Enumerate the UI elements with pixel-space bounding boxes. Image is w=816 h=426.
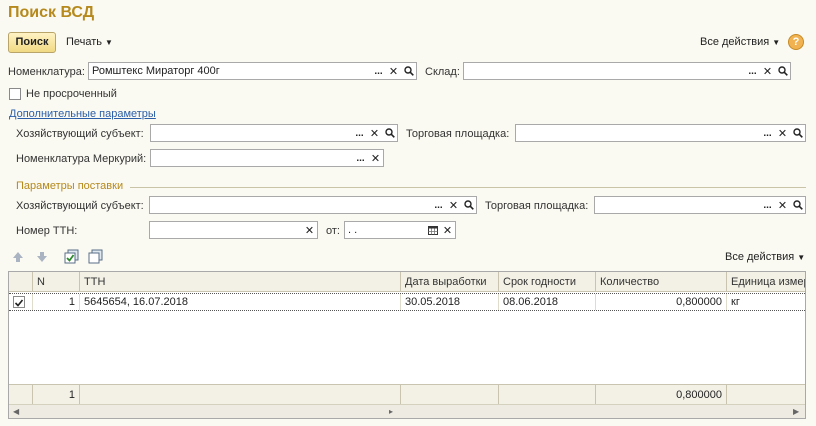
ttn-number-label: Номер ТТН:: [16, 225, 78, 237]
not-expired-checkbox[interactable]: [9, 88, 21, 100]
supply-group-title: Параметры поставки: [16, 180, 124, 192]
clear-icon[interactable]: ✕: [775, 197, 790, 213]
calendar-icon[interactable]: [425, 222, 440, 238]
table-all-actions-label: Все действия: [725, 251, 795, 263]
all-actions-menu[interactable]: Все действия ▼: [700, 36, 780, 48]
clear-icon[interactable]: ✕: [367, 125, 382, 141]
chevron-down-icon: ▼: [105, 38, 113, 47]
business-entity-label: Хозяйствующий субъект:: [16, 128, 144, 140]
print-menu-label: Печать: [66, 36, 103, 48]
column-header-quantity[interactable]: Количество: [596, 272, 727, 292]
row-checkbox-cell[interactable]: [9, 294, 33, 310]
mercury-nomenclature-field[interactable]: ... ✕: [150, 149, 384, 167]
clear-icon[interactable]: ✕: [302, 222, 317, 238]
table-row[interactable]: 1 5645654, 16.07.2018 30.05.2018 08.06.2…: [9, 293, 805, 311]
column-header-unit[interactable]: Единица измер: [727, 272, 805, 292]
date-from-value: . .: [348, 224, 358, 236]
column-header-ttn[interactable]: ТТН: [80, 272, 401, 292]
date-from-label: от:: [326, 225, 340, 237]
footer-count: 1: [33, 385, 80, 405]
check-all-icon[interactable]: [64, 249, 80, 265]
business-entity-field[interactable]: ... ✕: [150, 124, 398, 142]
print-menu[interactable]: Печать ▼: [66, 36, 113, 48]
scroll-thumb-icon[interactable]: ▸: [389, 407, 393, 416]
column-header-check: [9, 272, 33, 292]
table-header: N ТТН Дата выработки Срок годности Колич…: [9, 272, 805, 292]
search-icon[interactable]: [382, 125, 397, 141]
cell-expiry-date: 08.06.2018: [499, 294, 596, 310]
cell-ttn: 5645654, 16.07.2018: [80, 294, 401, 310]
cell-n: 1: [33, 294, 80, 310]
table-footer: 1 0,800000: [9, 384, 805, 405]
search-icon[interactable]: [790, 125, 805, 141]
search-icon[interactable]: [461, 197, 476, 213]
chevron-down-icon: ▼: [772, 38, 781, 47]
mercury-nomenclature-label: Номенклатура Меркурий:: [16, 153, 147, 165]
move-down-icon[interactable]: [34, 249, 50, 265]
help-icon[interactable]: ?: [788, 34, 804, 50]
footer-empty-cell: [499, 385, 596, 405]
supply-trade-site-field[interactable]: ... ✕: [594, 196, 806, 214]
search-icon[interactable]: [775, 63, 790, 79]
checkmark-icon: [14, 299, 24, 307]
nomenclature-value: Ромштекс Мираторг 400г: [92, 65, 220, 77]
select-dots-icon[interactable]: ...: [745, 63, 760, 79]
column-header-production-date[interactable]: Дата выработки: [401, 272, 499, 292]
move-up-icon[interactable]: [10, 249, 26, 265]
date-from-field[interactable]: . . ✕: [344, 221, 456, 239]
cell-unit: кг: [731, 296, 740, 308]
clear-icon[interactable]: ✕: [386, 63, 401, 79]
column-header-n[interactable]: N: [33, 272, 80, 292]
clear-icon[interactable]: ✕: [368, 150, 383, 166]
footer-quantity-total: 0,800000: [596, 385, 727, 405]
results-table: N ТТН Дата выработки Срок годности Колич…: [8, 271, 806, 419]
trade-site-field[interactable]: ... ✕: [515, 124, 806, 142]
select-dots-icon[interactable]: ...: [760, 197, 775, 213]
cell-quantity: 0,800000: [596, 294, 727, 310]
table-all-actions-menu[interactable]: Все действия ▼: [725, 251, 805, 263]
ttn-number-field[interactable]: ✕: [149, 221, 318, 239]
select-dots-icon[interactable]: ...: [431, 197, 446, 213]
all-actions-label: Все действия: [700, 36, 770, 48]
footer-empty-cell: [401, 385, 499, 405]
clear-icon[interactable]: ✕: [440, 222, 455, 238]
clear-icon[interactable]: ✕: [775, 125, 790, 141]
clear-icon[interactable]: ✕: [760, 63, 775, 79]
nomenclature-field[interactable]: Ромштекс Мираторг 400г ... ✕: [88, 62, 417, 80]
select-dots-icon[interactable]: ...: [352, 125, 367, 141]
page-title: Поиск ВСД: [8, 4, 95, 21]
select-dots-icon[interactable]: ...: [760, 125, 775, 141]
search-button[interactable]: Поиск: [8, 32, 56, 53]
not-expired-label: Не просроченный: [26, 88, 117, 100]
horizontal-scrollbar[interactable]: ◀ ▸ ▶: [9, 404, 805, 418]
scroll-left-icon[interactable]: ◀: [13, 407, 19, 416]
supply-trade-site-label: Торговая площадка:: [485, 200, 589, 212]
footer-empty-cell: [9, 385, 33, 405]
trade-site-label: Торговая площадка:: [406, 128, 510, 140]
extra-params-link[interactable]: Дополнительные параметры: [9, 108, 156, 120]
clear-icon[interactable]: ✕: [446, 197, 461, 213]
footer-empty-cell: [727, 385, 805, 405]
supply-business-entity-field[interactable]: ... ✕: [149, 196, 477, 214]
cell-production-date: 30.05.2018: [401, 294, 499, 310]
search-icon[interactable]: [401, 63, 416, 79]
chevron-down-icon: ▼: [797, 253, 806, 262]
row-checkbox[interactable]: [13, 296, 25, 308]
warehouse-label: Склад:: [425, 66, 460, 78]
group-divider: [130, 187, 806, 188]
search-icon[interactable]: [790, 197, 805, 213]
footer-empty-cell: [80, 385, 401, 405]
uncheck-all-icon[interactable]: [88, 249, 104, 265]
nomenclature-label: Номенклатура:: [8, 66, 85, 78]
warehouse-field[interactable]: ... ✕: [463, 62, 791, 80]
select-dots-icon[interactable]: ...: [353, 150, 368, 166]
select-dots-icon[interactable]: ...: [371, 63, 386, 79]
supply-business-entity-label: Хозяйствующий субъект:: [16, 200, 144, 212]
column-header-expiry-date[interactable]: Срок годности: [499, 272, 596, 292]
scroll-right-icon[interactable]: ▶: [793, 407, 799, 416]
